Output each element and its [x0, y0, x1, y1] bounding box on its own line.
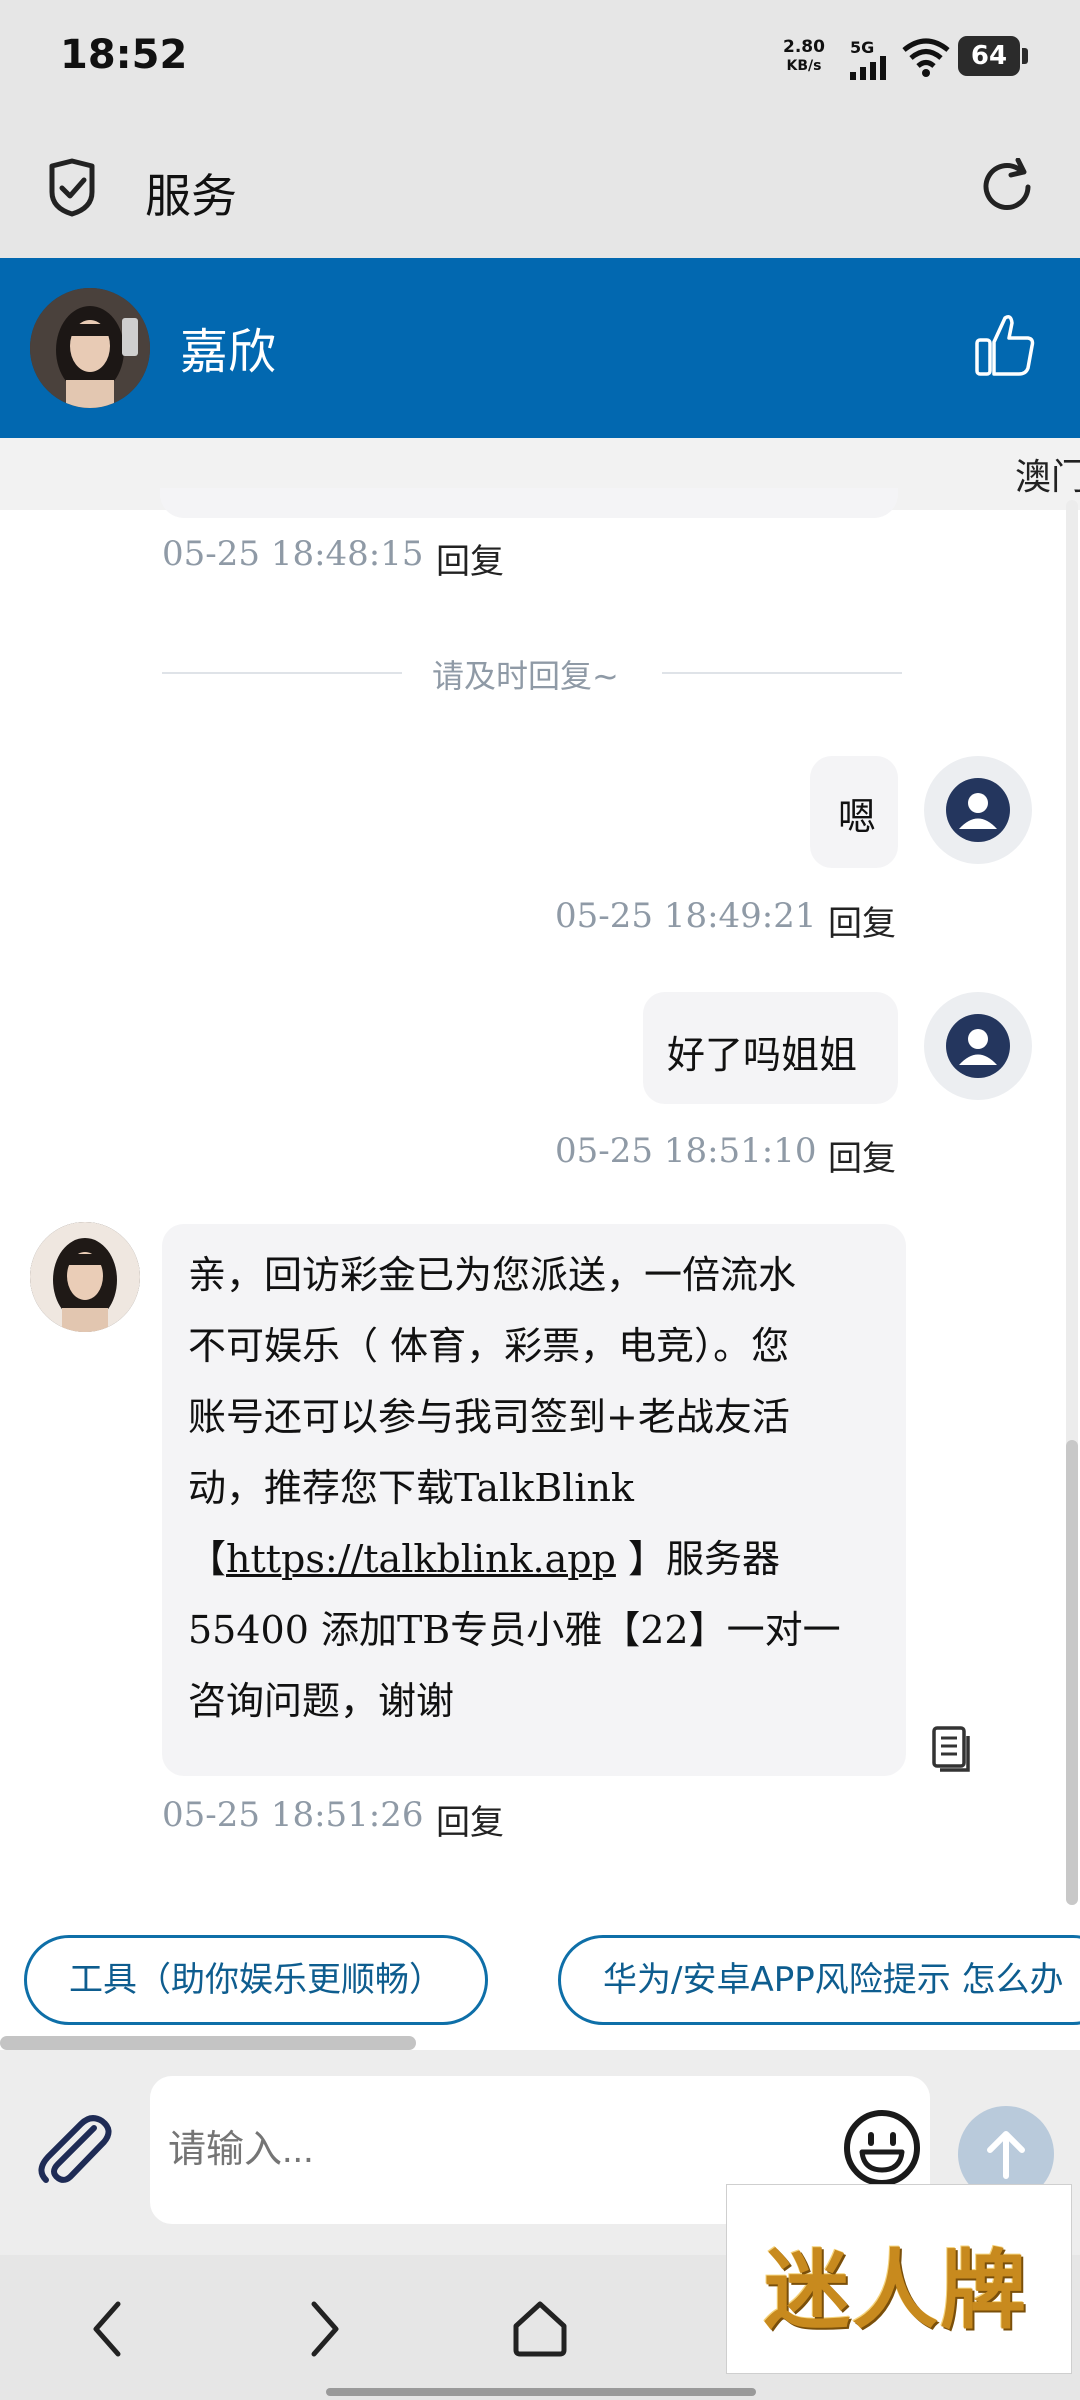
link-suffix: 】服务器: [615, 1537, 780, 1581]
thumbs-up-icon[interactable]: [974, 312, 1036, 378]
chat-header: [0, 258, 1080, 438]
message-timestamp: 05-25 18:49:21: [555, 896, 817, 936]
talkblink-link[interactable]: https://talkblink.app: [226, 1537, 616, 1581]
chat-scrollbar-thumb[interactable]: [1066, 1440, 1078, 1905]
agent-message-bubble: 亲，回访彩金已为您派送，一倍流水 不可娱乐（ 体育，彩票，电竞）。您 账号还可以…: [162, 1224, 906, 1776]
signal-bars-icon: [850, 56, 886, 80]
marquee-text: 澳门: [1015, 457, 1080, 498]
quick-reply-tools[interactable]: 工具（助你娱乐更顺畅）: [24, 1935, 488, 2025]
system-notice: 请及时回复~: [432, 657, 619, 695]
message-text: 亲，回访彩金已为您派送，一倍流水 不可娱乐（ 体育，彩票，电竞）。您 账号还可以…: [188, 1240, 888, 1737]
user-message-bubble: 好了吗姐姐: [643, 992, 898, 1104]
agent-avatar[interactable]: [30, 1222, 140, 1332]
reply-button[interactable]: 回复: [436, 1795, 504, 1844]
user-avatar: [924, 992, 1032, 1100]
wifi-icon: [902, 38, 950, 77]
network-speed: 2.80 KB/s: [783, 38, 825, 76]
forward-icon[interactable]: [304, 2298, 344, 2360]
shield-check-icon[interactable]: [44, 158, 100, 218]
battery-indicator: 64: [958, 36, 1028, 76]
gesture-handle[interactable]: [326, 2388, 756, 2396]
status-time: 18:52: [60, 32, 188, 78]
message-line: 咨询问题，谢谢: [188, 1679, 455, 1723]
person-icon: [946, 1014, 1010, 1078]
copy-icon[interactable]: [930, 1724, 974, 1774]
message-line: 55400 添加TB专员小雅【22】一对一: [188, 1608, 841, 1652]
network-speed-value: 2.80: [783, 37, 825, 57]
emoji-icon[interactable]: [842, 2108, 922, 2188]
home-icon[interactable]: [510, 2298, 570, 2360]
back-icon[interactable]: [88, 2298, 128, 2360]
reply-button[interactable]: 回复: [828, 1131, 896, 1180]
agent-name: 嘉欣: [180, 324, 277, 380]
signal-type: 5G: [850, 38, 875, 57]
message-text: 嗯: [838, 795, 877, 839]
person-icon: [946, 778, 1010, 842]
message-text: 好了吗姐姐: [667, 1033, 858, 1077]
divider-line-left: [162, 672, 402, 674]
network-speed-unit: KB/s: [786, 58, 822, 74]
message-line-link: 【https://talkblink.app 】服务器: [188, 1524, 888, 1595]
agent-avatar[interactable]: [30, 288, 150, 408]
message-line: 亲，回访彩金已为您派送，一倍流水: [188, 1253, 797, 1297]
message-timestamp: 05-25 18:48:15: [162, 534, 424, 574]
reply-button[interactable]: 回复: [828, 896, 896, 945]
user-avatar: [924, 756, 1032, 864]
paperclip-icon[interactable]: [34, 2112, 116, 2188]
message-line: 不可娱乐（ 体育，彩票，电竞）。您: [188, 1324, 790, 1368]
quick-reply-scrollbar[interactable]: [0, 2036, 416, 2050]
page-title: 服务: [145, 169, 237, 223]
previous-message-bubble: [160, 488, 898, 518]
reply-button[interactable]: 回复: [436, 534, 504, 583]
divider-line-right: [662, 672, 902, 674]
user-message-bubble: 嗯: [810, 756, 898, 868]
link-bracket-open: 【: [188, 1537, 227, 1581]
quick-reply-risk-tips[interactable]: 华为/安卓APP风险提示 怎么办: [558, 1935, 1080, 2025]
message-line: 动，推荐您下载TalkBlink: [188, 1466, 634, 1510]
refresh-icon[interactable]: [978, 158, 1036, 216]
message-timestamp: 05-25 18:51:10: [555, 1131, 817, 1171]
message-timestamp: 05-25 18:51:26: [162, 1795, 424, 1835]
message-line: 账号还可以参与我司签到+老战友活: [188, 1395, 790, 1439]
watermark-text: 迷人牌: [764, 2240, 1028, 2341]
